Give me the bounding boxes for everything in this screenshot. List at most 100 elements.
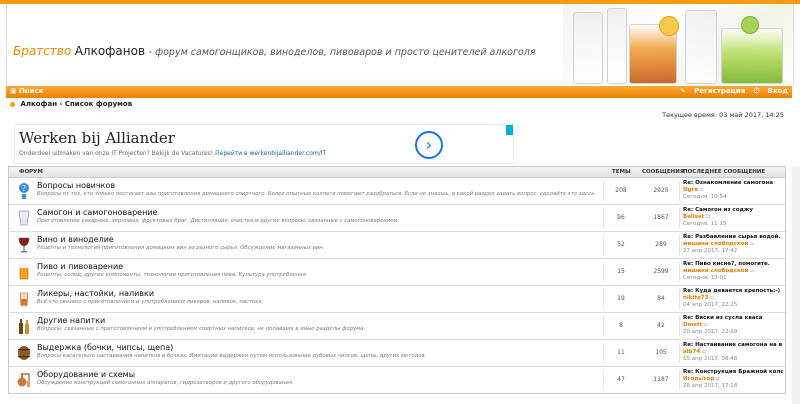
forum-name[interactable]: Оборудование и схемы bbox=[37, 370, 135, 379]
forum-topics-count: 47 bbox=[617, 376, 625, 383]
last-post-title[interactable]: Re: Разбавление сырья водой. ... bbox=[683, 234, 783, 241]
nav-right: ✎ Регистрация ⏻ Вход bbox=[674, 87, 788, 96]
forum-name[interactable]: Самогон и самогоноварение bbox=[37, 208, 157, 217]
go-to-post-icon[interactable]: ▫ bbox=[706, 214, 710, 220]
column-divider bbox=[679, 343, 680, 363]
last-post-date: 15 апр 2017, 08:48 bbox=[683, 356, 738, 362]
forum-topics-count: 15 bbox=[617, 268, 625, 275]
column-divider bbox=[679, 235, 680, 255]
forum-posts-count: 1187 bbox=[653, 376, 669, 383]
forum-posts-count: 2925 bbox=[653, 187, 669, 194]
forum-table: ФОРУМ ТЕМЫ СООБЩЕНИЯ ПОСЛЕДНЕЕ СООБЩЕНИЕ… bbox=[8, 166, 786, 394]
go-to-post-icon[interactable]: ▫ bbox=[716, 376, 720, 382]
column-divider bbox=[679, 262, 680, 282]
last-post-author[interactable]: мишини слободской bbox=[683, 241, 748, 247]
last-post-author[interactable]: alb74 bbox=[683, 349, 700, 355]
col-topics: ТЕМЫ bbox=[612, 169, 631, 175]
column-divider bbox=[603, 235, 604, 255]
last-post-title[interactable]: Re: Настаивание самогона на в... bbox=[683, 342, 783, 349]
glass-icon bbox=[17, 209, 31, 227]
forum-row: Вино и виноделие Рецепты и технология при… bbox=[9, 232, 785, 259]
forum-description: Всё что связано с приготовлением и употр… bbox=[37, 299, 264, 305]
site-title[interactable]: Братство Алкофанов - форум самогонщиков,… bbox=[13, 44, 536, 58]
navbar: ▣ Поиск ✎ Регистрация ⏻ Вход bbox=[6, 86, 792, 98]
forum-name[interactable]: Другие напитки bbox=[37, 316, 105, 325]
last-post-author[interactable]: мишини слободской bbox=[683, 268, 748, 274]
forum-topics-count: 19 bbox=[617, 295, 625, 302]
site-title-part1: Братство bbox=[13, 44, 72, 58]
column-divider bbox=[603, 181, 604, 201]
breadcrumb-home[interactable]: Алкофан bbox=[20, 100, 57, 108]
column-divider bbox=[603, 370, 604, 390]
col-posts: СООБЩЕНИЯ bbox=[642, 169, 685, 175]
liqueur-icon bbox=[17, 290, 31, 308]
last-post-author[interactable]: nikito73 bbox=[683, 295, 708, 301]
last-post-title[interactable]: Re: Пиво кисне?, помогите. bbox=[683, 261, 783, 268]
last-post: Re: Виски из сусла кваса Dmatt ▫ 20 апр 20… bbox=[683, 315, 783, 336]
column-divider bbox=[603, 262, 604, 282]
last-post-author[interactable]: Ballset bbox=[683, 214, 704, 220]
forum-topics-count: 208 bbox=[615, 187, 627, 194]
last-post-title[interactable]: Re: Конструкция Бражной колон... bbox=[683, 369, 783, 376]
forum-name[interactable]: Пиво и пивоварение bbox=[37, 262, 123, 271]
last-post-title[interactable]: Re: Самогон из соджу bbox=[683, 207, 783, 214]
column-divider bbox=[603, 289, 604, 309]
last-post-date: Сегодня, 13:01 bbox=[683, 275, 727, 281]
forum-topics-count: 11 bbox=[617, 349, 625, 356]
home-icon bbox=[10, 101, 15, 107]
ad-description: Onderdeel uitmaken van onze IT Projecten… bbox=[19, 150, 326, 157]
column-divider bbox=[679, 181, 680, 201]
last-post-date: 04 апр 2017, 22:25 bbox=[683, 302, 738, 308]
forum-posts-count: 1867 bbox=[653, 214, 669, 221]
nav-search-link[interactable]: ▣ Поиск bbox=[10, 87, 44, 95]
last-post-author-line: alb74 ▫ bbox=[683, 349, 783, 356]
forum-name[interactable]: Вино и виноделие bbox=[37, 235, 114, 244]
last-post-title[interactable]: Re: Куда девается крепость:-) bbox=[683, 288, 783, 295]
forum-description: Рецепты, солод, другие компоненты, техно… bbox=[37, 272, 308, 278]
advertisement[interactable]: Werken bij Alliander Onderdeel uitmaken … bbox=[14, 124, 514, 164]
forum-name[interactable]: Ликеры, настойки, наливки bbox=[37, 289, 154, 298]
last-post-title[interactable]: Re: Ознакомление самогона bbox=[683, 180, 783, 187]
forum-description: Вопросы касательно настаивания напитков … bbox=[37, 353, 427, 359]
header-banner-image bbox=[563, 4, 793, 86]
go-to-post-icon[interactable]: ▫ bbox=[700, 187, 704, 193]
last-post-author-line: Ogre ▫ bbox=[683, 187, 783, 194]
forum-description: Вопросы от тех, кто только постигает азы… bbox=[37, 191, 597, 197]
last-post: Re: Пиво кисне?, помогите. мишини слободс… bbox=[683, 261, 783, 282]
bottles-icon bbox=[17, 317, 31, 335]
nav-register-link[interactable]: ✎ Регистрация bbox=[680, 87, 745, 95]
forum-name[interactable]: Вопросы новичков bbox=[37, 181, 115, 190]
ad-open-button[interactable]: › bbox=[415, 131, 443, 159]
column-divider bbox=[679, 208, 680, 228]
column-divider bbox=[603, 316, 604, 336]
forum-row: Пиво и пивоварение Рецепты, солод, другие… bbox=[9, 259, 785, 286]
last-post-title[interactable]: Re: Виски из сусла кваса bbox=[683, 315, 783, 322]
last-post-author[interactable]: Ogre bbox=[683, 187, 698, 193]
go-to-post-icon[interactable]: ▫ bbox=[750, 241, 754, 247]
go-to-post-icon[interactable]: ▫ bbox=[702, 349, 706, 355]
current-time: Текущее время: 03 май 2017, 14:25 bbox=[662, 111, 784, 119]
last-post-author-line: Игорь/гор ▫ bbox=[683, 376, 783, 383]
last-post-author[interactable]: Игорь/гор bbox=[683, 376, 714, 382]
go-to-post-icon[interactable]: ▫ bbox=[750, 268, 754, 274]
ad-desc-link[interactable]: Перейти в werkenbijalliander.com/IT bbox=[215, 150, 326, 157]
page: Братство Алкофанов - форум самогонщиков,… bbox=[0, 0, 800, 404]
adchoices-icon[interactable] bbox=[506, 125, 513, 135]
ad-title[interactable]: Werken bij Alliander bbox=[19, 129, 175, 147]
last-post-author-line: мишини слободской ▫ bbox=[683, 241, 783, 248]
breadcrumb-separator: ‹ bbox=[59, 100, 63, 108]
go-to-post-icon[interactable]: ▫ bbox=[710, 295, 714, 301]
nav-login-link[interactable]: ⏻ Вход bbox=[754, 87, 788, 95]
scrollbar[interactable] bbox=[792, 166, 800, 404]
forum-row: Самогон и самогоноварение Приготовление с… bbox=[9, 205, 785, 232]
last-post: Re: Ознакомление самогона Ogre ▫ Сегодня, … bbox=[683, 180, 783, 201]
last-post-date: 28 апр 2017, 17:18 bbox=[683, 383, 738, 389]
go-to-post-icon[interactable]: ▫ bbox=[704, 322, 708, 328]
column-divider bbox=[679, 289, 680, 309]
last-post-author[interactable]: Dmatt bbox=[683, 322, 702, 328]
forum-name[interactable]: Выдержка (бочки, чипсы, щепа) bbox=[37, 343, 173, 352]
last-post-author-line: Ballset ▫ bbox=[683, 214, 783, 221]
breadcrumb-current[interactable]: Список форумов bbox=[65, 100, 132, 108]
last-post-date: Сегодня, 11:15 bbox=[683, 221, 727, 227]
last-post-author-line: nikito73 ▫ bbox=[683, 295, 783, 302]
